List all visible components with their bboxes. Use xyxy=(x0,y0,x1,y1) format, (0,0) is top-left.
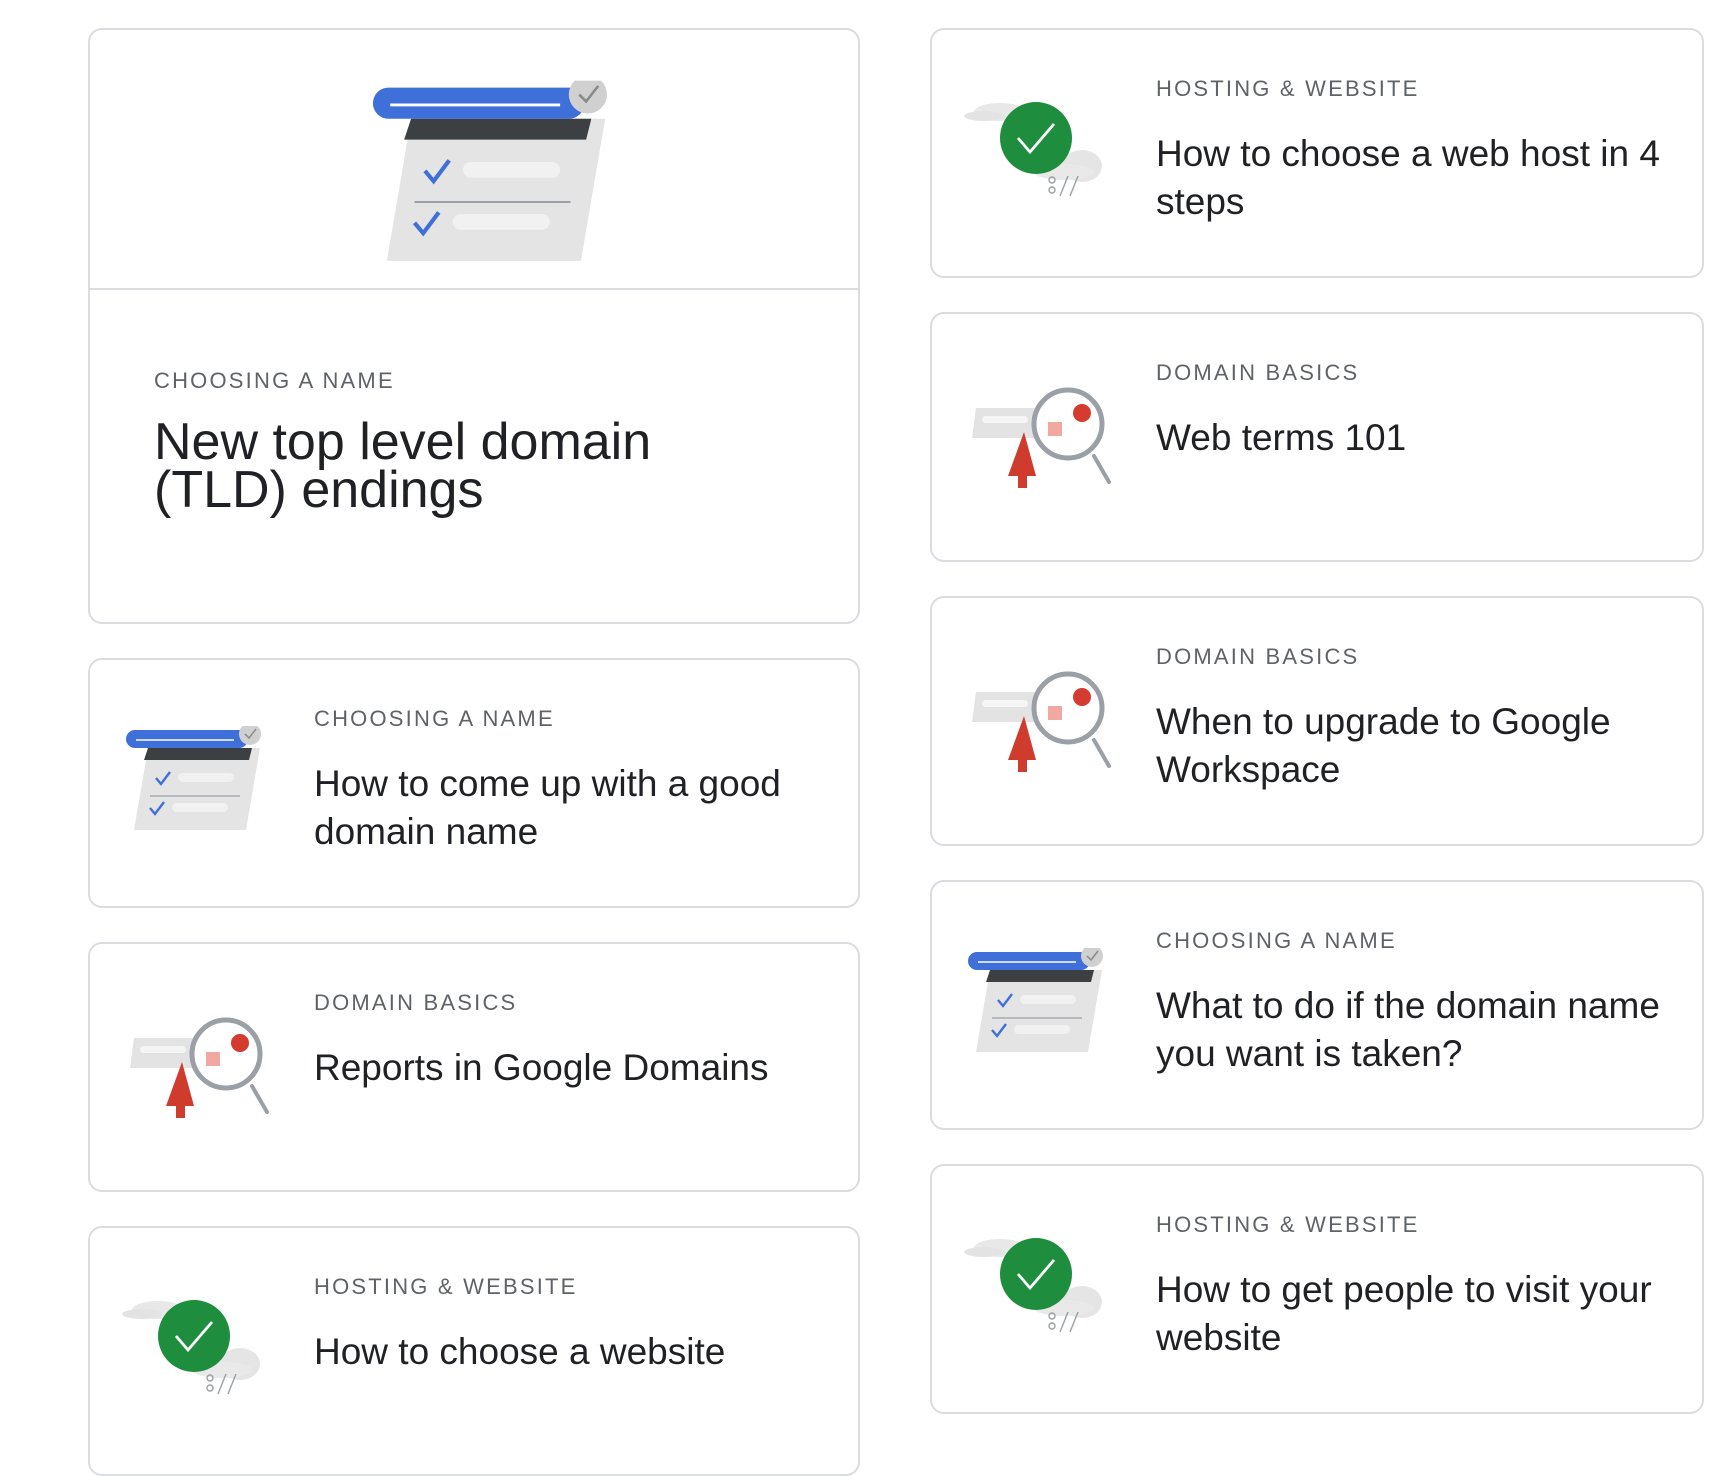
card-title: How to choose a website xyxy=(314,1331,726,1372)
article-card-choose-website[interactable]: Hosting & website How to choose a websit… xyxy=(88,1226,860,1476)
article-card-google-workspace[interactable]: Domain basics When to upgrade to Google … xyxy=(930,596,1704,846)
checklist-illustration-icon xyxy=(366,76,626,276)
article-card-domain-taken[interactable]: Choosing a name What to do if the domain… xyxy=(930,880,1704,1130)
card-category: Choosing a name xyxy=(154,368,395,393)
card-hero xyxy=(90,30,858,290)
checklist-illustration-icon xyxy=(964,938,1114,1068)
checklist-illustration-icon xyxy=(122,716,272,846)
card-category: Choosing a name xyxy=(314,706,555,731)
article-card-tld-endings[interactable]: Choosing a name New top level domain (TL… xyxy=(88,28,860,624)
card-category: Hosting & website xyxy=(1156,1212,1420,1237)
article-card-reports-google-domains[interactable]: Domain basics Reports in Google Domains xyxy=(88,942,860,1192)
cloud-check-illustration-icon xyxy=(964,86,1114,216)
article-card-get-visitors[interactable]: Hosting & website How to get people to v… xyxy=(930,1164,1704,1414)
card-category: Hosting & website xyxy=(314,1274,578,1299)
card-category: Domain basics xyxy=(1156,644,1360,669)
article-card-choose-web-host[interactable]: Hosting & website How to choose a web ho… xyxy=(930,28,1704,278)
card-title: Reports in Google Domains xyxy=(314,1047,769,1088)
card-category: Choosing a name xyxy=(1156,928,1397,953)
card-title: What to do if the domain name you want i… xyxy=(1156,985,1660,1074)
card-category: Hosting & website xyxy=(1156,76,1420,101)
magnifier-illustration-icon xyxy=(122,1000,272,1130)
card-category: Domain basics xyxy=(1156,360,1360,385)
article-card-good-domain-name[interactable]: Choosing a name How to come up with a go… xyxy=(88,658,860,908)
card-category: Domain basics xyxy=(314,990,518,1015)
card-title: When to upgrade to Google Workspace xyxy=(1156,701,1611,790)
card-title: New top level domain (TLD) endings xyxy=(154,413,652,519)
card-title: How to choose a web host in 4 steps xyxy=(1156,133,1660,222)
card-title: How to get people to visit your website xyxy=(1156,1269,1652,1358)
magnifier-illustration-icon xyxy=(964,370,1114,500)
article-card-web-terms[interactable]: Domain basics Web terms 101 xyxy=(930,312,1704,562)
card-title: How to come up with a good domain name xyxy=(314,763,781,852)
cloud-check-illustration-icon xyxy=(964,1222,1114,1352)
magnifier-illustration-icon xyxy=(964,654,1114,784)
cloud-check-illustration-icon xyxy=(122,1284,272,1414)
card-title: Web terms 101 xyxy=(1156,417,1407,458)
